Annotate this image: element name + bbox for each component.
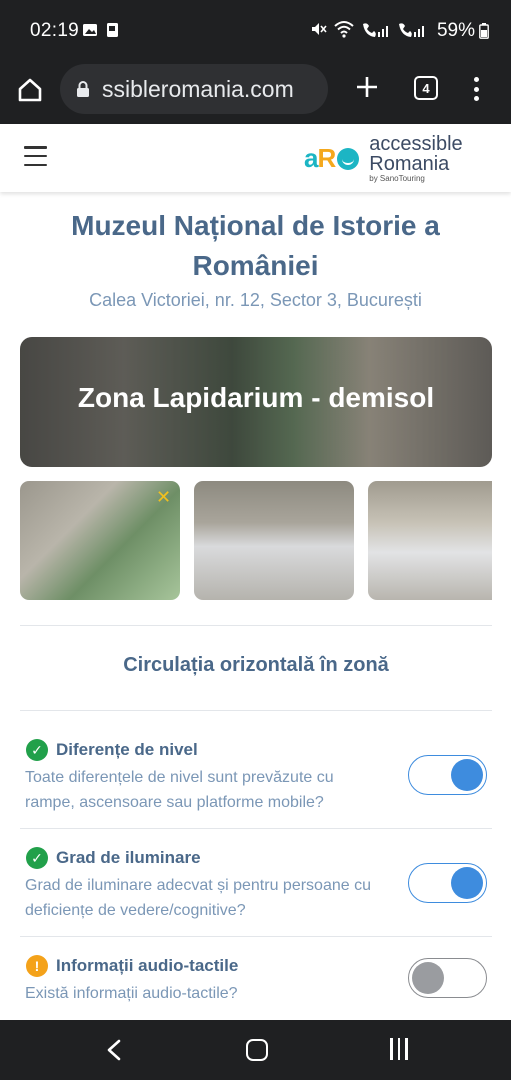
image-icon [83,24,97,36]
battery: 59% [437,20,489,42]
divider [20,828,492,829]
plus-icon [357,77,377,97]
item-toggle[interactable] [408,755,487,795]
item-description: Grad de iluminare adecvat și pentru pers… [25,877,371,919]
home-button[interactable] [14,74,46,106]
photo-thumbnail[interactable] [368,481,492,600]
site-logo[interactable]: aR accessible Romania by SanoTouring [304,134,463,183]
system-nav-bar [0,1020,511,1080]
new-tab-button[interactable] [352,72,382,102]
status-time: 02:19 [30,20,80,41]
toggle-knob [451,867,483,899]
notification-icons [82,22,120,38]
home-icon [18,78,42,102]
section-title: Circulația orizontală în zonă [123,654,389,676]
dot [473,86,479,92]
recent-apps-icon[interactable] [390,1038,408,1060]
hamburger-menu-icon[interactable] [24,146,47,166]
lock-icon[interactable] [76,81,90,97]
signal-1-icon [363,23,388,37]
item-title: Grad de iluminare [56,848,201,867]
dot [473,96,479,101]
logo-wordmark: accessible Romania by SanoTouring [369,134,462,183]
divider [20,710,492,711]
site-header: aR accessible Romania by SanoTouring [0,124,511,192]
logo-mark-r: R [317,143,336,173]
logo-line-3: by SanoTouring [369,174,425,183]
tab-switcher-button[interactable]: 4 [414,76,438,100]
photo-thumbnail[interactable]: ✕ [20,481,180,600]
check-circle-icon: ✓ [26,847,48,869]
photo-carousel[interactable]: ✕ [20,481,492,601]
logo-mark: aR [304,143,360,174]
warning-circle-icon: ! [26,955,48,977]
dot [473,77,479,82]
url-text[interactable]: ssibleromania.com [102,76,294,103]
zone-title: Zona Lapidarium - demisol [77,382,435,413]
item-title: Informații audio-tactile [56,956,239,975]
item-description: Există informații audio-tactile? [25,985,238,1002]
close-icon[interactable]: ✕ [156,487,171,508]
mute-icon [312,23,327,35]
page-title: Muzeul Național de Istorie a României [71,210,440,281]
home-nav-icon[interactable] [246,1039,268,1061]
back-icon [107,1039,121,1061]
browser-toolbar: ssibleromania.com 4 [0,62,511,124]
item-header: ✓ Grad de iluminare [26,847,201,869]
logo-line-1: accessible [369,133,463,155]
page-address: Calea Victoriei, nr. 12, Sector 3, Bucur… [89,290,422,310]
item-header: ! Informații audio-tactile [26,955,238,977]
wifi-icon [334,21,354,38]
status-bar: 02:19 59% [0,0,511,62]
logo-mark-a: a [304,143,319,173]
photo-thumbnail[interactable] [194,481,354,600]
item-toggle[interactable] [408,958,487,998]
item-title: Diferențe de nivel [56,740,198,759]
battery-icon [479,23,489,39]
check-circle-icon: ✓ [26,739,48,761]
item-header: ✓ Diferențe de nivel [26,739,198,761]
divider [20,625,492,626]
item-description: Toate diferențele de nivel sunt prevăzut… [25,769,334,811]
zone-hero-image: Zona Lapidarium - demisol [20,337,492,467]
logo-line-2: Romania [369,153,450,175]
toggle-knob [412,962,444,994]
address-bar[interactable]: ssibleromania.com [60,64,328,114]
sim-icon [107,23,118,37]
status-right-icons [309,20,427,38]
accessibility-item: ✓ Grad de iluminare Grad de iluminare ad… [20,847,492,955]
battery-percent: 59% [436,20,475,41]
item-toggle[interactable] [408,863,487,903]
divider [20,936,492,937]
toggle-knob [451,759,483,791]
back-button[interactable] [104,1038,124,1067]
accessibility-item: ✓ Diferențe de nivel Toate diferențele d… [20,739,492,847]
more-menu-button[interactable] [466,74,486,104]
signal-2-icon [399,23,424,37]
smile-icon [337,147,360,170]
